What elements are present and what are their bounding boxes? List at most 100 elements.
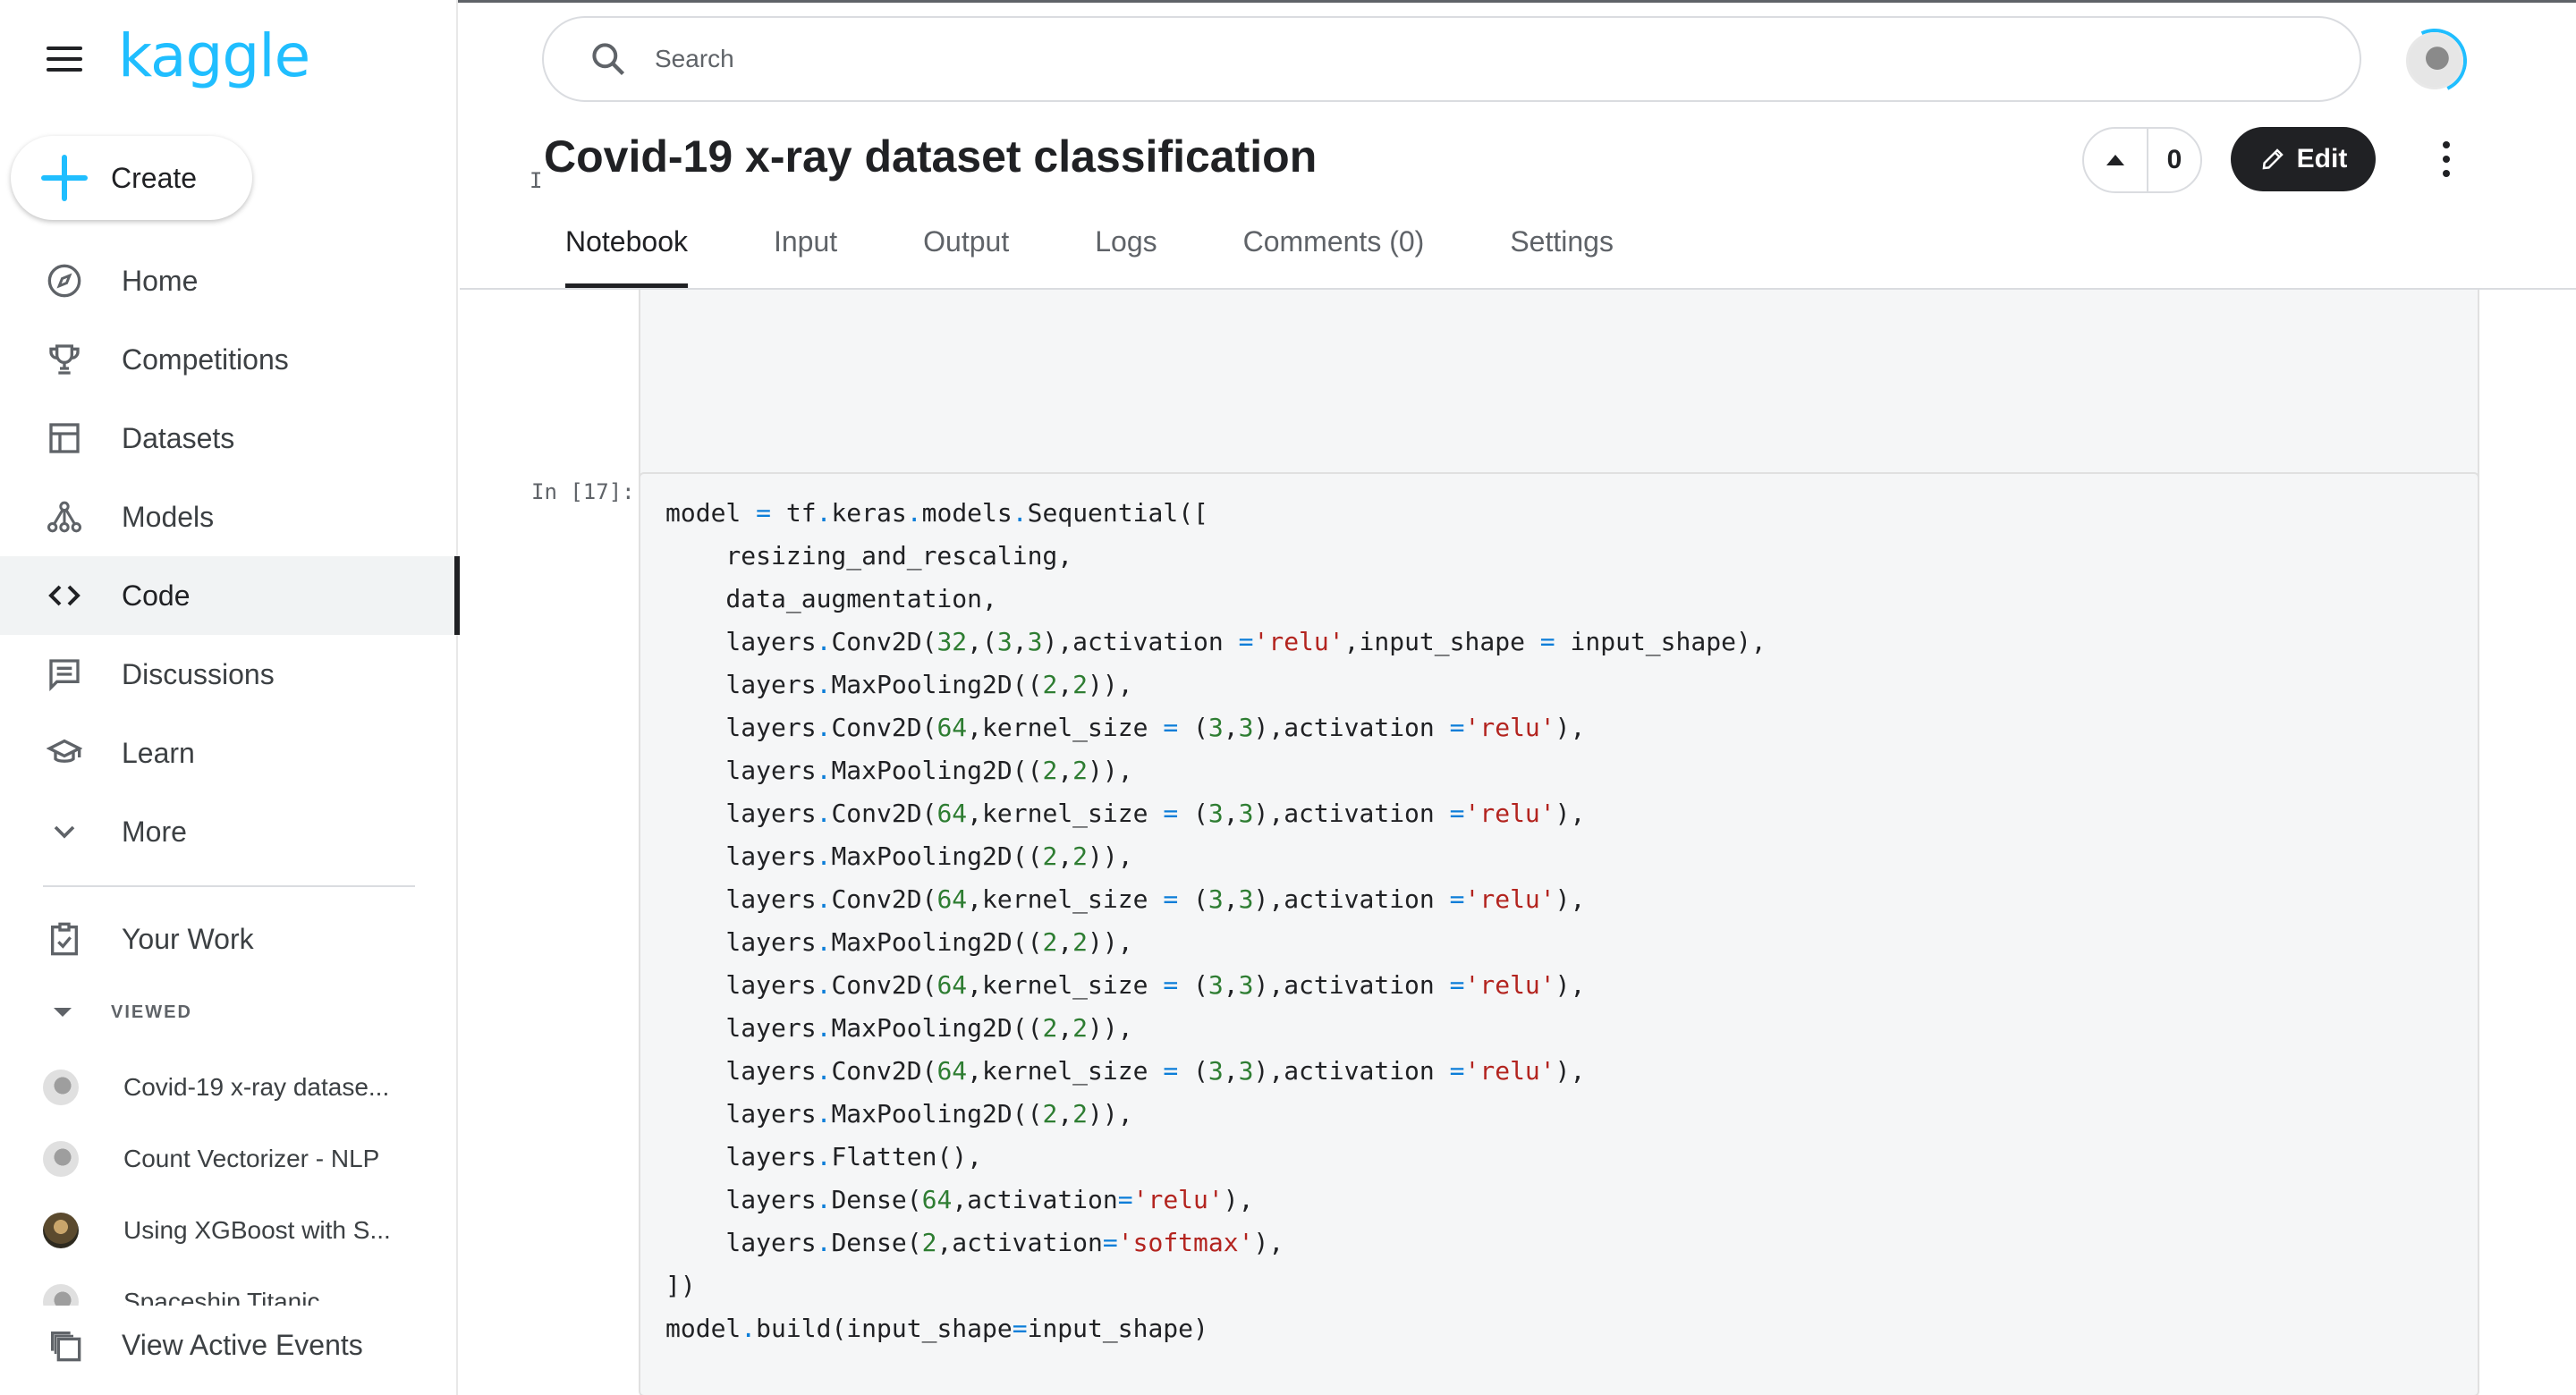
code-token: 2 [1042, 927, 1058, 957]
code-line: layers.Conv2D(64,kernel_size = (3,3),act… [665, 878, 2453, 921]
edit-button[interactable]: Edit [2231, 127, 2376, 191]
sidebar-item-more[interactable]: More [0, 792, 458, 871]
code-token: ( [1178, 713, 1208, 742]
code-token: 3 [996, 627, 1013, 656]
code-token: 2 [1042, 841, 1058, 871]
code-token: = [756, 498, 772, 528]
viewed-section-toggle[interactable]: VIEWED [0, 994, 192, 1030]
copy-stack-icon [45, 1325, 84, 1365]
hamburger-menu-icon[interactable] [47, 46, 82, 72]
code-token: = [1449, 884, 1465, 914]
sidebar-item-your-work[interactable]: Your Work [0, 900, 458, 978]
code-token: keras [831, 498, 907, 528]
tab-input[interactable]: Input [752, 220, 859, 288]
code-token: = [1012, 1314, 1028, 1343]
code-token: . [816, 841, 832, 871]
code-token: = [1449, 1056, 1465, 1086]
models-icon [45, 497, 84, 537]
create-button[interactable]: Create [11, 136, 252, 220]
code-token: 3 [1238, 1056, 1254, 1086]
create-button-label: Create [111, 161, 198, 194]
compass-icon [45, 261, 84, 300]
code-token: layers [665, 1099, 817, 1129]
vote-count[interactable]: 0 [2148, 145, 2200, 175]
sidebar-item-learn[interactable]: Learn [0, 714, 458, 792]
code-token: Conv2D( [831, 884, 937, 914]
code-token: 3 [1238, 713, 1254, 742]
code-token: ), [1223, 1185, 1254, 1214]
code-token: ), [1555, 713, 1586, 742]
code-token: . [816, 498, 832, 528]
code-token: = [1449, 713, 1465, 742]
code-token: 'relu' [1253, 627, 1344, 656]
recent-item[interactable]: Covid-19 x-ray datase... [0, 1052, 458, 1123]
sidebar-item-discussions[interactable]: Discussions [0, 635, 458, 714]
recent-item-label: Count Vectorizer - NLP [123, 1145, 380, 1172]
tab-comments[interactable]: Comments (0) [1222, 220, 1446, 288]
avatar [43, 1141, 79, 1177]
view-active-events-button[interactable]: View Active Events [0, 1306, 456, 1384]
avatar [43, 1070, 79, 1105]
code-token: ( [1178, 970, 1208, 1000]
code-token: ), [1555, 1056, 1586, 1086]
code-line: layers.MaxPooling2D((2,2)), [665, 1007, 2453, 1050]
code-token: . [816, 799, 832, 828]
sidebar-nav: Home Competitions Datasets Models Code D… [0, 241, 460, 871]
code-token: 2 [1042, 1099, 1058, 1129]
code-token: 2 [1072, 841, 1089, 871]
search-input[interactable] [655, 45, 2265, 73]
caret-down-icon [54, 1008, 72, 1017]
sidebar-item-label: Code [122, 579, 191, 612]
code-token: . [816, 1056, 832, 1086]
tab-logs[interactable]: Logs [1073, 220, 1178, 288]
sidebar-item-models[interactable]: Models [0, 478, 458, 556]
code-token: 'relu' [1132, 1185, 1224, 1214]
sidebar-item-competitions[interactable]: Competitions [0, 320, 458, 399]
recently-viewed-list: Covid-19 x-ray datase... Count Vectorize… [0, 1052, 458, 1320]
code-token: . [816, 713, 832, 742]
recent-item[interactable]: Count Vectorizer - NLP [0, 1123, 458, 1195]
code-cell[interactable]: model = tf.keras.models.Sequential([ res… [639, 472, 2479, 1395]
code-token: 3 [1208, 884, 1224, 914]
tab-output[interactable]: Output [902, 220, 1030, 288]
code-token: ,kernel_size [967, 970, 1164, 1000]
sidebar-item-code[interactable]: Code [0, 556, 460, 635]
search-bar[interactable] [542, 16, 2361, 102]
code-token: ), [1555, 799, 1586, 828]
recent-item[interactable]: Using XGBoost with S... [0, 1195, 458, 1266]
code-token: 'relu' [1464, 713, 1555, 742]
user-avatar[interactable] [2406, 32, 2463, 89]
code-line: layers.Conv2D(64,kernel_size = (3,3),act… [665, 1050, 2453, 1093]
code-token: ,kernel_size [967, 884, 1164, 914]
code-token: 'relu' [1464, 970, 1555, 1000]
upvote-button[interactable] [2084, 129, 2148, 191]
code-line: layers.Flatten(), [665, 1136, 2453, 1179]
chevron-down-icon [45, 812, 84, 851]
sidebar-item-label: Learn [122, 736, 195, 769]
more-options-icon[interactable] [2433, 138, 2460, 181]
sidebar-item-home[interactable]: Home [0, 241, 458, 320]
sidebar: kaggle Create Home Competitions Datasets [0, 0, 460, 1395]
recent-item-label: Covid-19 x-ray datase... [123, 1073, 390, 1101]
code-icon [45, 576, 84, 615]
code-token: layers [665, 627, 817, 656]
notebook-content[interactable]: BATCH_SIZE = 64EPOCHS = 50input_shape = … [460, 290, 2576, 1395]
sidebar-item-label: Discussions [122, 657, 275, 690]
code-token: layers [665, 884, 817, 914]
code-token: layers [665, 1228, 817, 1257]
code-token: . [906, 498, 922, 528]
code-token: data_augmentation, [665, 584, 997, 613]
tab-notebook[interactable]: Notebook [544, 220, 709, 288]
tab-settings[interactable]: Settings [1488, 220, 1635, 288]
code-token: 'relu' [1464, 884, 1555, 914]
plus-icon [41, 155, 88, 201]
sidebar-item-datasets[interactable]: Datasets [0, 399, 458, 478]
viewed-section-label: VIEWED [111, 1002, 192, 1022]
code-token: ,activation [936, 1228, 1103, 1257]
kaggle-logo[interactable]: kaggle [118, 21, 310, 90]
code-line: layers.Dense(2,activation='softmax'), [665, 1222, 2453, 1264]
code-token: . [816, 670, 832, 699]
code-token: = [1238, 627, 1254, 656]
code-token: 3 [1208, 799, 1224, 828]
code-token: ( [1178, 884, 1208, 914]
